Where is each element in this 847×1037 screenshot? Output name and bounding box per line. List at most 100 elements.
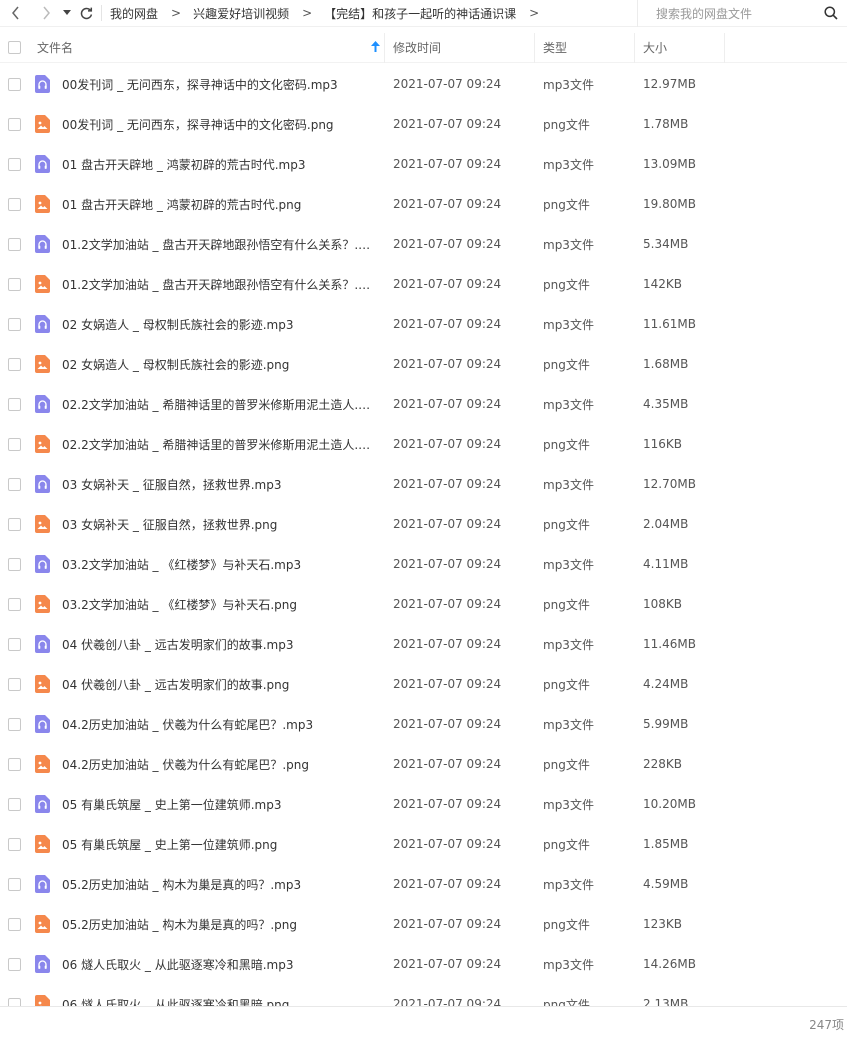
row-checkbox[interactable] <box>8 717 21 731</box>
file-name[interactable]: 01.2文学加油站 _ 盘古开天辟地跟孙悟空有什么关系？.p... <box>62 276 377 293</box>
file-name[interactable]: 05 有巢氏筑屋 _ 史上第一位建筑师.png <box>62 836 277 853</box>
file-name[interactable]: 03.2文学加油站 _ 《红楼梦》与补天石.png <box>62 596 297 613</box>
file-row[interactable]: 01 盘古开天辟地 _ 鸿蒙初辟的荒古时代.mp3 2021-07-07 09:2… <box>0 144 847 184</box>
row-checkbox[interactable] <box>8 957 21 971</box>
file-row[interactable]: 04 伏羲创八卦 _ 远古发明家们的故事.mp3 2021-07-07 09:24… <box>0 624 847 664</box>
file-row[interactable]: 04 伏羲创八卦 _ 远古发明家们的故事.png 2021-07-07 09:24… <box>0 664 847 704</box>
file-name[interactable]: 03.2文学加油站 _ 《红楼梦》与补天石.mp3 <box>62 556 301 573</box>
search-input[interactable] <box>656 3 832 24</box>
row-checkbox[interactable] <box>8 397 21 411</box>
row-checkbox[interactable] <box>8 477 21 491</box>
select-all-checkbox[interactable] <box>8 41 21 54</box>
file-row[interactable]: 03 女娲补天 _ 征服自然，拯救世界.mp3 2021-07-07 09:24 m… <box>0 464 847 504</box>
file-name[interactable]: 05.2历史加油站 _ 构木为巢是真的吗？.mp3 <box>62 876 301 893</box>
file-row[interactable]: 05 有巢氏筑屋 _ 史上第一位建筑师.mp3 2021-07-07 09:24 m… <box>0 784 847 824</box>
row-checkbox[interactable] <box>8 197 21 211</box>
forward-button[interactable] <box>35 0 57 27</box>
file-name-cell[interactable]: 06 燧人氏取火 _ 从此驱逐寒冷和黑暗.mp3 <box>31 955 385 973</box>
file-name[interactable]: 06 燧人氏取火 _ 从此驱逐寒冷和黑暗.mp3 <box>62 956 293 973</box>
file-name-cell[interactable]: 03.2文学加油站 _ 《红楼梦》与补天石.png <box>31 595 385 613</box>
breadcrumb-dropdown-arrow[interactable]: > <box>529 6 539 20</box>
file-name-cell[interactable]: 02.2文学加油站 _ 希腊神话里的普罗米修斯用泥土造人.m... <box>31 395 385 413</box>
file-name-cell[interactable]: 01.2文学加油站 _ 盘古开天辟地跟孙悟空有什么关系？.m... <box>31 235 385 253</box>
file-name[interactable]: 00发刊词 _ 无问西东，探寻神话中的文化密码.png <box>62 116 334 133</box>
file-row[interactable]: 03.2文学加油站 _ 《红楼梦》与补天石.png 2021-07-07 09:2… <box>0 584 847 624</box>
file-name-cell[interactable]: 04 伏羲创八卦 _ 远古发明家们的故事.png <box>31 675 385 693</box>
file-name[interactable]: 06 燧人氏取火 _ 从此驱逐寒冷和黑暗.png <box>62 996 289 1007</box>
file-name[interactable]: 01 盘古开天辟地 _ 鸿蒙初辟的荒古时代.png <box>62 196 301 213</box>
file-name-cell[interactable]: 02 女娲造人 _ 母权制氏族社会的影迹.mp3 <box>31 315 385 333</box>
file-name-cell[interactable]: 01 盘古开天辟地 _ 鸿蒙初辟的荒古时代.mp3 <box>31 155 385 173</box>
file-name-cell[interactable]: 03.2文学加油站 _ 《红楼梦》与补天石.mp3 <box>31 555 385 573</box>
row-checkbox[interactable] <box>8 357 21 371</box>
file-name[interactable]: 03 女娲补天 _ 征服自然，拯救世界.png <box>62 516 277 533</box>
row-checkbox[interactable] <box>8 77 21 91</box>
history-dropdown-button[interactable] <box>59 0 75 27</box>
file-name[interactable]: 03 女娲补天 _ 征服自然，拯救世界.mp3 <box>62 476 281 493</box>
file-row[interactable]: 02.2文学加油站 _ 希腊神话里的普罗米修斯用泥土造人.m... 2021-07… <box>0 384 847 424</box>
file-name-cell[interactable]: 00发刊词 _ 无问西东，探寻神话中的文化密码.png <box>31 115 385 133</box>
row-checkbox[interactable] <box>8 597 21 611</box>
file-name[interactable]: 04 伏羲创八卦 _ 远古发明家们的故事.mp3 <box>62 636 293 653</box>
file-name-cell[interactable]: 06 燧人氏取火 _ 从此驱逐寒冷和黑暗.png <box>31 995 385 1006</box>
file-name[interactable]: 02 女娲造人 _ 母权制氏族社会的影迹.mp3 <box>62 316 293 333</box>
row-checkbox[interactable] <box>8 437 21 451</box>
file-row[interactable]: 05 有巢氏筑屋 _ 史上第一位建筑师.png 2021-07-07 09:24 p… <box>0 824 847 864</box>
file-row[interactable]: 02 女娲造人 _ 母权制氏族社会的影迹.png 2021-07-07 09:24… <box>0 344 847 384</box>
file-name[interactable]: 02.2文学加油站 _ 希腊神话里的普罗米修斯用泥土造人.p... <box>62 436 377 453</box>
file-name[interactable]: 04.2历史加油站 _ 伏羲为什么有蛇尾巴？.png <box>62 756 309 773</box>
file-row[interactable]: 00发刊词 _ 无问西东，探寻神话中的文化密码.png 2021-07-07 09… <box>0 104 847 144</box>
breadcrumb-item-folder[interactable]: 兴趣爱好培训视频 <box>193 5 289 22</box>
file-row[interactable]: 06 燧人氏取火 _ 从此驱逐寒冷和黑暗.png 2021-07-07 09:24… <box>0 984 847 1006</box>
row-checkbox[interactable] <box>8 117 21 131</box>
file-name[interactable]: 02 女娲造人 _ 母权制氏族社会的影迹.png <box>62 356 289 373</box>
file-name[interactable]: 05 有巢氏筑屋 _ 史上第一位建筑师.mp3 <box>62 796 281 813</box>
row-checkbox[interactable] <box>8 797 21 811</box>
file-row[interactable]: 02.2文学加油站 _ 希腊神话里的普罗米修斯用泥土造人.p... 2021-07… <box>0 424 847 464</box>
file-row[interactable]: 00发刊词 _ 无问西东，探寻神话中的文化密码.mp3 2021-07-07 09… <box>0 64 847 104</box>
file-row[interactable]: 03.2文学加油站 _ 《红楼梦》与补天石.mp3 2021-07-07 09:2… <box>0 544 847 584</box>
file-name[interactable]: 05.2历史加油站 _ 构木为巢是真的吗？.png <box>62 916 297 933</box>
column-header-size[interactable]: 大小 <box>635 32 725 63</box>
file-name-cell[interactable]: 00发刊词 _ 无问西东，探寻神话中的文化密码.mp3 <box>31 75 385 93</box>
file-name-cell[interactable]: 05.2历史加油站 _ 构木为巢是真的吗？.png <box>31 915 385 933</box>
file-name[interactable]: 01.2文学加油站 _ 盘古开天辟地跟孙悟空有什么关系？.m... <box>62 236 377 253</box>
file-row[interactable]: 02 女娲造人 _ 母权制氏族社会的影迹.mp3 2021-07-07 09:24… <box>0 304 847 344</box>
file-row[interactable]: 04.2历史加油站 _ 伏羲为什么有蛇尾巴？.mp3 2021-07-07 09:… <box>0 704 847 744</box>
row-checkbox[interactable] <box>8 517 21 531</box>
row-checkbox[interactable] <box>8 557 21 571</box>
file-name-cell[interactable]: 03 女娲补天 _ 征服自然，拯救世界.png <box>31 515 385 533</box>
row-checkbox[interactable] <box>8 917 21 931</box>
row-checkbox[interactable] <box>8 877 21 891</box>
row-checkbox[interactable] <box>8 637 21 651</box>
file-name-cell[interactable]: 05 有巢氏筑屋 _ 史上第一位建筑师.mp3 <box>31 795 385 813</box>
row-checkbox[interactable] <box>8 157 21 171</box>
back-button[interactable] <box>5 0 27 27</box>
file-row[interactable]: 01 盘古开天辟地 _ 鸿蒙初辟的荒古时代.png 2021-07-07 09:2… <box>0 184 847 224</box>
file-name-cell[interactable]: 05.2历史加油站 _ 构木为巢是真的吗？.mp3 <box>31 875 385 893</box>
file-name-cell[interactable]: 02.2文学加油站 _ 希腊神话里的普罗米修斯用泥土造人.p... <box>31 435 385 453</box>
file-name[interactable]: 01 盘古开天辟地 _ 鸿蒙初辟的荒古时代.mp3 <box>62 156 305 173</box>
file-row[interactable]: 05.2历史加油站 _ 构木为巢是真的吗？.png 2021-07-07 09:2… <box>0 904 847 944</box>
file-name-cell[interactable]: 04.2历史加油站 _ 伏羲为什么有蛇尾巴？.mp3 <box>31 715 385 733</box>
row-checkbox[interactable] <box>8 677 21 691</box>
row-checkbox[interactable] <box>8 837 21 851</box>
file-name-cell[interactable]: 03 女娲补天 _ 征服自然，拯救世界.mp3 <box>31 475 385 493</box>
file-row[interactable]: 01.2文学加油站 _ 盘古开天辟地跟孙悟空有什么关系？.m... 2021-07… <box>0 224 847 264</box>
breadcrumb-item-current[interactable]: 【完结】和孩子一起听的神话通识课 <box>324 5 516 22</box>
file-name[interactable]: 02.2文学加油站 _ 希腊神话里的普罗米修斯用泥土造人.m... <box>62 396 377 413</box>
sort-ascending-icon[interactable] <box>371 40 380 52</box>
breadcrumb-item-root[interactable]: 我的网盘 <box>110 5 158 22</box>
refresh-button[interactable] <box>77 0 95 27</box>
file-name-cell[interactable]: 01 盘古开天辟地 _ 鸿蒙初辟的荒古时代.png <box>31 195 385 213</box>
row-checkbox[interactable] <box>8 237 21 251</box>
file-name[interactable]: 00发刊词 _ 无问西东，探寻神话中的文化密码.mp3 <box>62 76 338 93</box>
search-icon[interactable] <box>824 6 838 20</box>
file-row[interactable]: 03 女娲补天 _ 征服自然，拯救世界.png 2021-07-07 09:24 p… <box>0 504 847 544</box>
row-checkbox[interactable] <box>8 277 21 291</box>
row-checkbox[interactable] <box>8 757 21 771</box>
row-checkbox[interactable] <box>8 997 21 1006</box>
file-row[interactable]: 06 燧人氏取火 _ 从此驱逐寒冷和黑暗.mp3 2021-07-07 09:24… <box>0 944 847 984</box>
file-row[interactable]: 04.2历史加油站 _ 伏羲为什么有蛇尾巴？.png 2021-07-07 09:… <box>0 744 847 784</box>
file-name-cell[interactable]: 04.2历史加油站 _ 伏羲为什么有蛇尾巴？.png <box>31 755 385 773</box>
